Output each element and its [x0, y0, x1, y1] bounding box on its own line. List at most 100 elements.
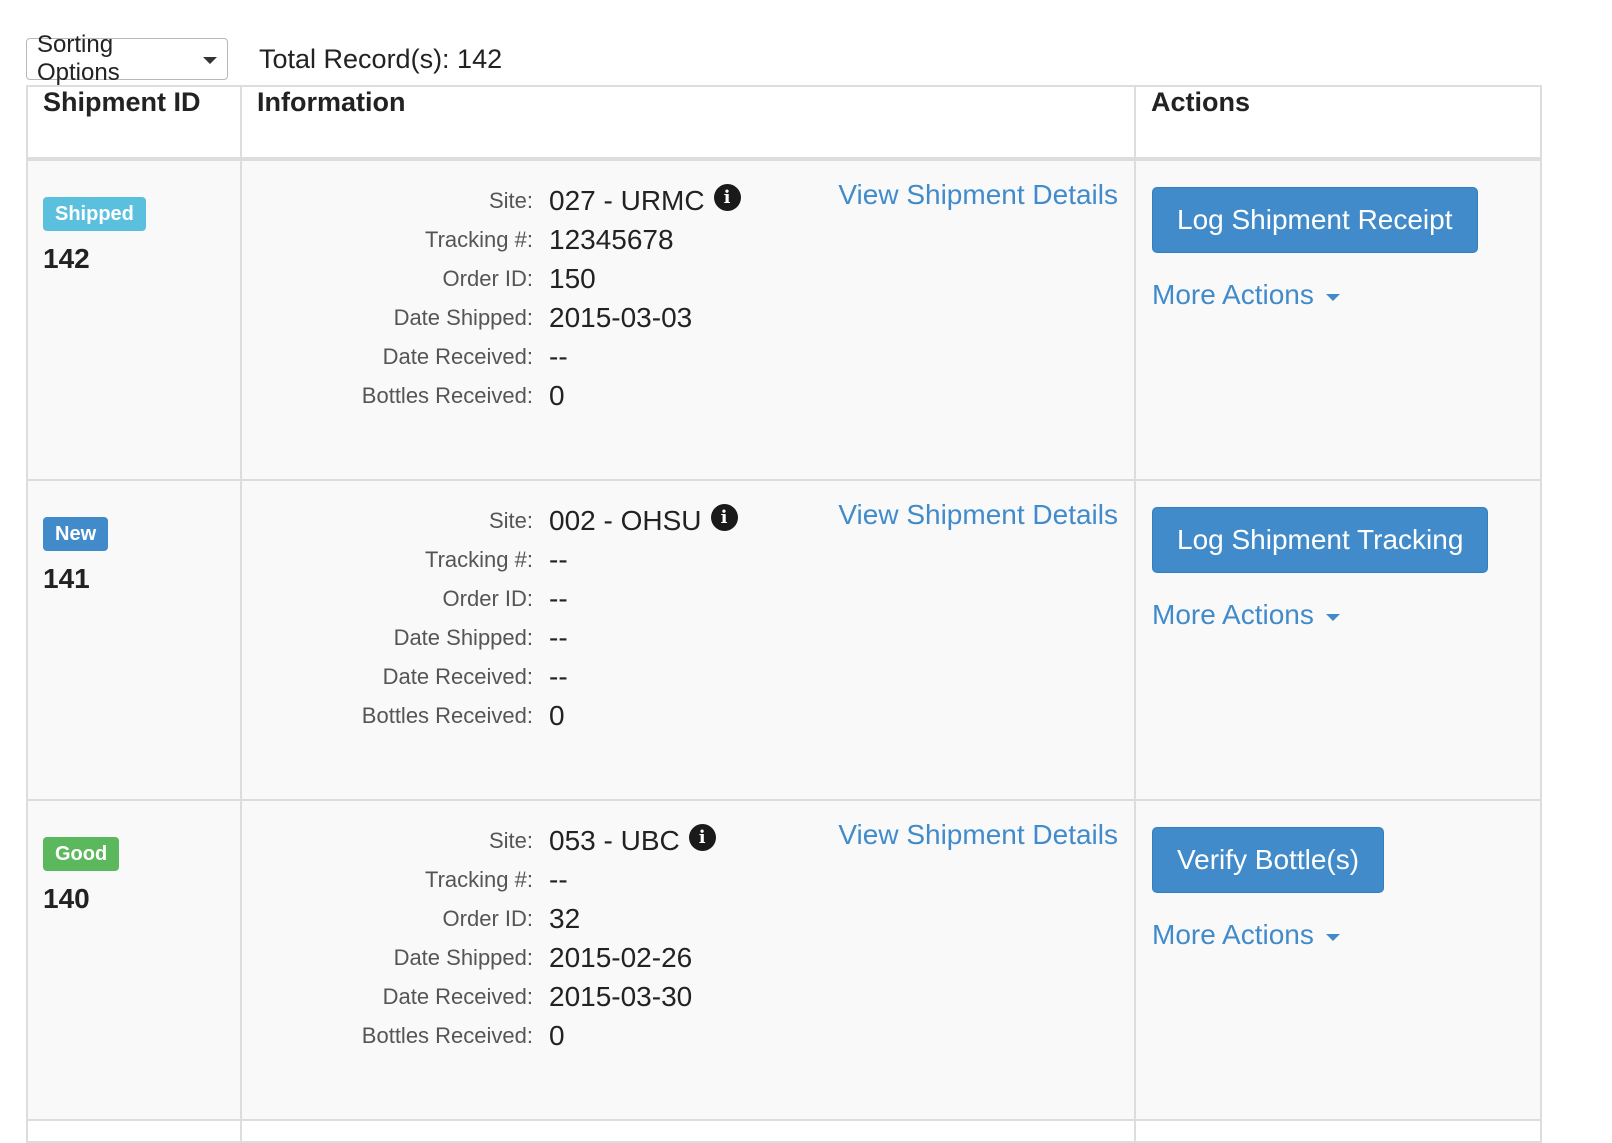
- more-actions-label: More Actions: [1152, 599, 1314, 630]
- table-header-row: Shipment ID Information Actions: [26, 85, 1542, 161]
- total-records: Total Record(s): 142: [259, 43, 503, 74]
- date-shipped-label: Date Shipped:: [393, 944, 533, 970]
- shipment-details-list: Site: 027 - URMC i Tracking #: 12345678 …: [242, 181, 1142, 415]
- information-cell: Site: 002 - OHSU i Tracking #: -- Order …: [240, 479, 1136, 801]
- information-cell: Site: 027 - URMC i Tracking #: 12345678 …: [240, 158, 1136, 481]
- view-shipment-details-link[interactable]: View Shipment Details: [838, 819, 1118, 851]
- table-row: [26, 1119, 1542, 1143]
- tracking-row: Tracking #: --: [242, 540, 1142, 579]
- tracking-row: Tracking #: --: [242, 860, 1142, 899]
- actions-cell: Log Shipment Tracking More Actions: [1134, 479, 1542, 801]
- shipment-id-cell: Shipped 142: [26, 158, 242, 481]
- order-row: Order ID: --: [242, 579, 1142, 618]
- more-actions-dropdown[interactable]: More Actions: [1152, 279, 1540, 311]
- log-shipment-tracking-button[interactable]: Log Shipment Tracking: [1152, 507, 1489, 573]
- site-name: 027 - URMC: [549, 184, 705, 216]
- date-received-row: Date Received: --: [242, 657, 1142, 696]
- date-shipped-row: Date Shipped: 2015-02-26: [242, 938, 1142, 977]
- bottles-received-label: Bottles Received:: [361, 1022, 533, 1048]
- order-label: Order ID:: [442, 585, 533, 611]
- info-circle-icon[interactable]: i: [688, 824, 716, 851]
- date-shipped-row: Date Shipped: 2015-03-03: [242, 298, 1142, 337]
- info-circle-icon[interactable]: i: [710, 504, 738, 531]
- caret-down-icon: [1325, 613, 1340, 621]
- tracking-label: Tracking #:: [424, 226, 533, 252]
- information-cell: Site: 053 - UBC i Tracking #: -- Order I…: [240, 799, 1136, 1121]
- site-name: 053 - UBC: [549, 824, 680, 856]
- order-row: Order ID: 150: [242, 259, 1142, 298]
- date-shipped-value: 2015-03-03: [549, 301, 693, 333]
- date-received-value: --: [549, 660, 568, 692]
- bottles-received-label: Bottles Received:: [361, 702, 533, 728]
- info-circle-icon[interactable]: i: [713, 184, 741, 211]
- information-cell: [240, 1119, 1136, 1143]
- tracking-row: Tracking #: 12345678: [242, 220, 1142, 259]
- date-shipped-row: Date Shipped: --: [242, 618, 1142, 657]
- order-row: Order ID: 32: [242, 899, 1142, 938]
- more-actions-dropdown[interactable]: More Actions: [1152, 599, 1540, 631]
- date-received-row: Date Received: --: [242, 337, 1142, 376]
- order-value: 32: [549, 902, 581, 934]
- site-value: 053 - UBC i: [549, 824, 716, 857]
- actions-cell: Verify Bottle(s) More Actions: [1134, 799, 1542, 1121]
- bottles-received-row: Bottles Received: 0: [242, 1016, 1142, 1055]
- site-value: 027 - URMC i: [549, 184, 741, 217]
- verify-bottles-button[interactable]: Verify Bottle(s): [1152, 827, 1385, 893]
- bottles-received-value: 0: [549, 1019, 565, 1051]
- more-actions-label: More Actions: [1152, 919, 1314, 950]
- more-actions-label: More Actions: [1152, 279, 1314, 310]
- site-label: Site:: [488, 507, 533, 533]
- actions-cell: Log Shipment Receipt More Actions: [1134, 158, 1542, 481]
- bottles-received-value: 0: [549, 699, 565, 731]
- shipment-id: 140: [43, 883, 90, 914]
- tracking-label: Tracking #:: [424, 866, 533, 892]
- status-badge: Shipped: [43, 197, 146, 231]
- date-received-value: --: [549, 340, 568, 372]
- status-badge: New: [43, 517, 109, 551]
- date-received-label: Date Received:: [382, 663, 533, 689]
- date-shipped-label: Date Shipped:: [393, 304, 533, 330]
- bottles-received-value: 0: [549, 379, 565, 411]
- tracking-label: Tracking #:: [424, 546, 533, 572]
- shipment-details-list: Site: 002 - OHSU i Tracking #: -- Order …: [242, 501, 1142, 735]
- sorting-options-label: Sorting Options: [37, 31, 120, 86]
- status-badge: Good: [43, 837, 120, 871]
- header-information: Information: [240, 85, 1136, 161]
- shipment-id-cell: Good 140: [26, 799, 242, 1121]
- shipment-id-cell: New 141: [26, 479, 242, 801]
- shipment-id: 141: [43, 563, 90, 594]
- date-received-row: Date Received: 2015-03-30: [242, 977, 1142, 1016]
- header-shipment-id: Shipment ID: [26, 85, 242, 161]
- bottles-received-row: Bottles Received: 0: [242, 696, 1142, 735]
- table-row: New 141 Site: 002 - OHSU i Tracking #: -…: [26, 479, 1542, 801]
- date-shipped-value: --: [549, 621, 568, 653]
- table-row: Good 140 Site: 053 - UBC i Tracking #: -…: [26, 799, 1542, 1121]
- order-label: Order ID:: [442, 265, 533, 291]
- log-shipment-receipt-button[interactable]: Log Shipment Receipt: [1152, 187, 1478, 253]
- toolbar: Sorting Options Total Record(s): 142: [26, 31, 503, 86]
- site-name: 002 - OHSU: [549, 504, 702, 536]
- caret-down-icon: [1325, 293, 1340, 301]
- more-actions-dropdown[interactable]: More Actions: [1152, 919, 1540, 951]
- date-received-label: Date Received:: [382, 343, 533, 369]
- view-shipment-details-link[interactable]: View Shipment Details: [838, 499, 1118, 531]
- order-value: 150: [549, 262, 596, 294]
- order-value: --: [549, 582, 568, 614]
- order-label: Order ID:: [442, 905, 533, 931]
- header-actions: Actions: [1134, 85, 1542, 161]
- bottles-received-label: Bottles Received:: [361, 382, 533, 408]
- tracking-value: --: [549, 863, 568, 895]
- view-shipment-details-link[interactable]: View Shipment Details: [838, 179, 1118, 211]
- date-received-value: 2015-03-30: [549, 980, 693, 1012]
- tracking-value: 12345678: [549, 223, 674, 255]
- shipment-id: 142: [43, 243, 90, 274]
- site-label: Site:: [488, 827, 533, 853]
- tracking-value: --: [549, 543, 568, 575]
- shipments-table: Shipment ID Information Actions Shipped …: [26, 85, 1542, 1143]
- caret-down-icon: [1325, 933, 1340, 941]
- table-row: Shipped 142 Site: 027 - URMC i Tracking …: [26, 158, 1542, 481]
- shipment-details-list: Site: 053 - UBC i Tracking #: -- Order I…: [242, 821, 1142, 1055]
- date-received-label: Date Received:: [382, 983, 533, 1009]
- shipment-id-cell: [26, 1119, 242, 1143]
- sorting-options-dropdown[interactable]: Sorting Options: [26, 31, 228, 86]
